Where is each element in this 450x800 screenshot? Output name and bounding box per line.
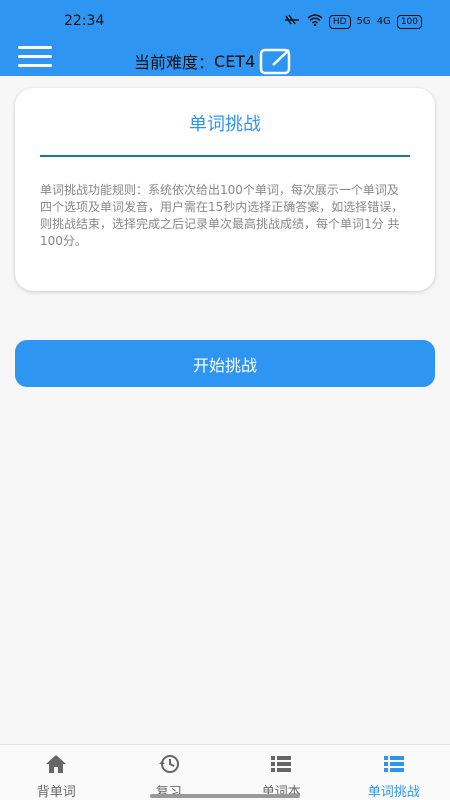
nav-item-wordbook[interactable]: 单词本 bbox=[225, 745, 338, 800]
nav-item-challenge[interactable]: 单词挑战 bbox=[338, 745, 450, 800]
difficulty-indicator: 当前难度： CET4 bbox=[134, 47, 293, 75]
nav-item-review[interactable]: 复习 bbox=[113, 745, 226, 800]
home-indicator[interactable] bbox=[150, 794, 300, 798]
history-icon bbox=[157, 753, 181, 779]
bottom-nav: 背单词 复习 单词本 单词挑战 bbox=[0, 744, 450, 800]
battery-icon: 100 bbox=[396, 14, 422, 29]
signal-4g-icon: 4G bbox=[376, 16, 391, 27]
edit-icon[interactable] bbox=[259, 47, 293, 75]
vibrate-icon bbox=[283, 14, 301, 29]
hd-badge: HD bbox=[328, 14, 351, 29]
app-bar: 当前难度： CET4 bbox=[0, 44, 450, 76]
difficulty-label: 当前难度： bbox=[134, 53, 215, 72]
nav-label-memorize: 背单词 bbox=[36, 785, 76, 800]
menu-icon[interactable] bbox=[18, 46, 52, 68]
card-title: 单词挑战 bbox=[189, 114, 261, 135]
status-icons: HD 5G 4G 100 bbox=[283, 14, 422, 29]
nav-item-memorize[interactable]: 背单词 bbox=[0, 745, 113, 800]
difficulty-value: CET4 bbox=[214, 51, 256, 71]
status-bar: 22:34 HD 5G 4G 100 bbox=[0, 0, 450, 44]
challenge-card: 单词挑战 单词挑战功能规则：系统依次给出100个单词，每次展示一个单词及四个选项… bbox=[15, 88, 435, 291]
start-challenge-button[interactable]: 开始挑战 bbox=[15, 340, 435, 387]
nav-label-challenge: 单词挑战 bbox=[367, 785, 420, 800]
list-icon bbox=[382, 753, 406, 779]
card-divider bbox=[40, 155, 410, 157]
home-icon bbox=[44, 753, 68, 779]
wifi-icon bbox=[307, 14, 323, 29]
challenge-rules: 单词挑战功能规则：系统依次给出100个单词，每次展示一个单词及四个选项及单词发音… bbox=[40, 183, 404, 248]
status-time: 22:34 bbox=[64, 13, 105, 29]
signal-5g-icon: 5G bbox=[356, 16, 371, 27]
list-icon bbox=[269, 753, 293, 779]
